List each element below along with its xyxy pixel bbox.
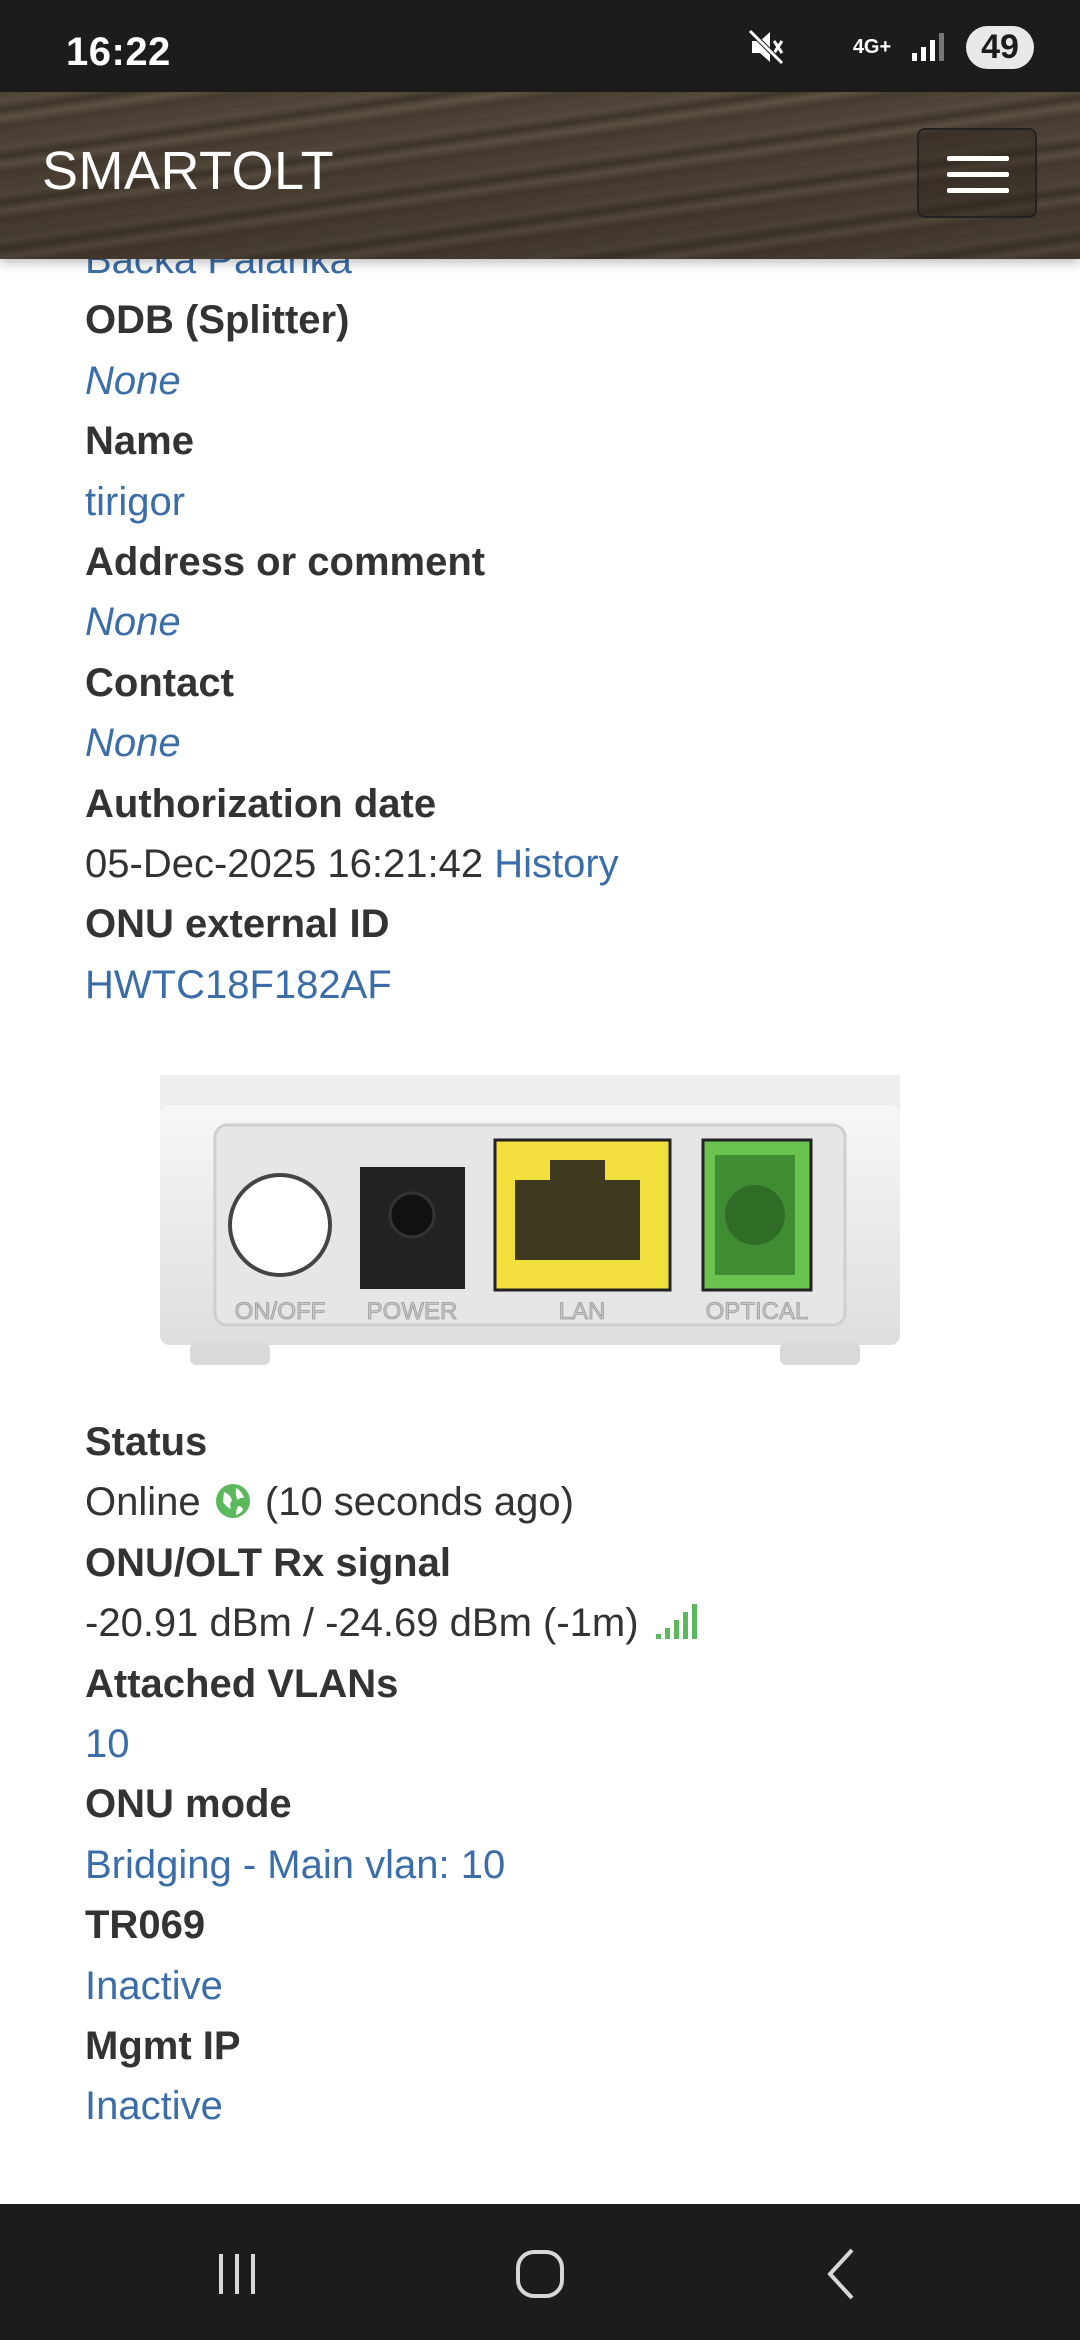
- status-label: Status: [85, 1420, 208, 1464]
- status-time: 16:22: [66, 30, 171, 74]
- brand-logo[interactable]: SMARTOLT: [42, 140, 334, 202]
- name-label: Name: [85, 419, 194, 464]
- address-value[interactable]: None: [85, 600, 181, 644]
- odb-value[interactable]: None: [85, 359, 181, 403]
- port-label-lan: LAN: [559, 1298, 606, 1325]
- onu-details-bottom: Status Online (10 seconds ago) ONU/OLT R…: [85, 1412, 1045, 2137]
- external-id-value[interactable]: HWTC18F182AF: [85, 963, 392, 1007]
- authorization-date-value: 05-Dec-2025 16:21:42: [85, 841, 484, 886]
- mgmt-ip-label: Mgmt IP: [85, 2023, 241, 2068]
- authorization-date-label: Authorization date: [85, 781, 437, 826]
- menu-toggle-button[interactable]: [917, 128, 1037, 218]
- onu-details-top: Backa Palanka ODB (Splitter) None Name t…: [85, 230, 1045, 1015]
- home-icon[interactable]: [510, 2244, 570, 2304]
- address-label: Address or comment: [85, 539, 486, 584]
- onu-device-image: ON/OFF POWER LAN OPTICAL: [160, 1075, 900, 1365]
- port-label-optical: OPTICAL: [706, 1298, 809, 1325]
- vlans-label: Attached VLANs: [85, 1661, 399, 1706]
- recent-apps-icon[interactable]: [207, 2244, 267, 2304]
- status-time: (10 seconds ago): [264, 1480, 574, 1525]
- rx-signal-value: -20.91 dBm / -24.69 dBm (-1m): [85, 1601, 639, 1646]
- name-value[interactable]: tirigor: [85, 480, 185, 524]
- mute-icon: [748, 29, 784, 65]
- network-type: 4G+: [852, 36, 892, 58]
- navbar: SMARTOLT: [0, 92, 1080, 259]
- signal-icon: [912, 33, 944, 61]
- status-value: Online: [85, 1480, 201, 1525]
- globe-icon: [215, 1484, 250, 1519]
- vlans-value[interactable]: 10: [85, 1722, 130, 1766]
- system-nav-bar: [0, 2204, 1080, 2340]
- hamburger-line: [947, 188, 1009, 193]
- contact-value[interactable]: None: [85, 721, 181, 765]
- onu-mode-value[interactable]: Bridging - Main vlan: 10: [85, 1843, 505, 1887]
- back-icon[interactable]: [812, 2244, 872, 2304]
- port-label-power: POWER: [367, 1298, 458, 1325]
- onu-mode-label: ONU mode: [85, 1782, 292, 1827]
- odb-label: ODB (Splitter): [85, 298, 350, 343]
- tr069-label: TR069: [85, 1903, 206, 1948]
- battery-badge: 49: [966, 25, 1034, 69]
- tr069-value[interactable]: Inactive: [85, 1964, 223, 2008]
- contact-label: Contact: [85, 660, 234, 705]
- status-bar: 16:22 4G+ 49: [0, 0, 1080, 92]
- mgmt-ip-value[interactable]: Inactive: [85, 2084, 223, 2128]
- port-label-onoff: ON/OFF: [235, 1298, 326, 1325]
- external-id-label: ONU external ID: [85, 902, 390, 947]
- signal-strength-icon: [655, 1604, 697, 1640]
- rx-signal-label: ONU/OLT Rx signal: [85, 1540, 451, 1585]
- hamburger-line: [947, 172, 1009, 177]
- hamburger-icon: [947, 156, 1009, 161]
- history-link[interactable]: History: [494, 842, 618, 886]
